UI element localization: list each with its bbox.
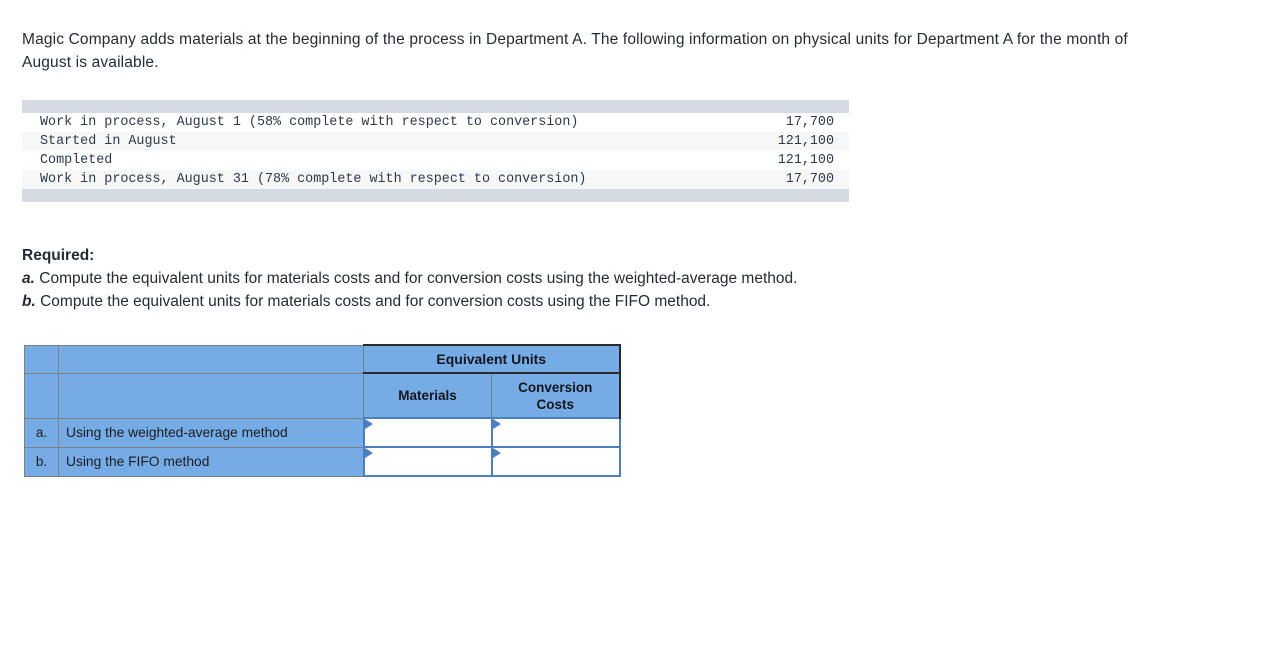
answer-row-b-description: Using the FIFO method [58,446,364,477]
required-item-a: a. Compute the equivalent units for mate… [22,267,1122,290]
dropdown-marker-icon [364,419,373,429]
dropdown-marker-icon [492,448,501,458]
required-item-b: b. Compute the equivalent units for mate… [22,290,1122,313]
input-materials-weighted-average[interactable] [362,417,493,448]
answer-header-row-sub: Materials Conversion Costs [24,372,621,419]
answer-header-row-group: Equivalent Units [24,344,621,374]
row-label: Completed [40,153,113,168]
dropdown-marker-icon [364,448,373,458]
required-item-a-text: Compute the equivalent units for materia… [39,270,798,287]
required-heading: Required: [22,247,95,264]
row-value: 121,100 [777,153,834,168]
table-row: Work in process, August 31 (78% complete… [22,170,849,189]
header-blank-desc [58,344,364,374]
answer-row-b-letter: b. [24,446,59,477]
answer-row-a-letter: a. [24,417,59,448]
header-conversion-line1: Conversion [518,379,593,395]
header-equivalent-units: Equivalent Units [363,344,621,374]
row-label: Work in process, August 1 (58% complete … [40,115,579,130]
table-top-band [22,100,849,113]
answer-row-b: b. Using the FIFO method [24,446,621,477]
header-blank-letter [24,344,59,374]
required-item-a-letter: a. [22,270,35,287]
input-materials-fifo[interactable] [362,446,493,477]
input-conversion-fifo[interactable] [490,446,621,477]
equivalent-units-answer-table: Equivalent Units Materials Conversion Co… [24,344,621,477]
answer-table-container: Equivalent Units Materials Conversion Co… [24,344,621,477]
problem-statement: Magic Company adds materials at the begi… [22,31,1128,71]
top-band-cell [22,100,849,113]
table-row: Completed 121,100 [22,151,849,170]
table-row: Started in August 121,100 [22,132,849,151]
dropdown-marker-icon [492,419,501,429]
required-item-b-text: Compute the equivalent units for materia… [40,293,711,310]
table-row: Work in process, August 1 (58% complete … [22,113,849,132]
header-conversion-line2: Costs [536,396,574,412]
physical-units-table: Work in process, August 1 (58% complete … [22,100,849,202]
header-blank-desc-2 [58,372,364,419]
required-item-b-letter: b. [22,293,36,310]
table-bottom-band [22,189,849,202]
row-label: Started in August [22,132,714,151]
row-value: 17,700 [785,115,834,130]
input-conversion-weighted-average[interactable] [490,417,621,448]
bottom-band-cell [22,189,849,202]
required-section: Required: a. Compute the equivalent unit… [22,244,1122,313]
row-value: 17,700 [714,170,849,189]
answer-row-a-description: Using the weighted-average method [58,417,364,448]
header-conversion-costs: Conversion Costs [491,372,621,419]
answer-row-a: a. Using the weighted-average method [24,417,621,448]
row-value: 121,100 [714,132,849,151]
header-materials: Materials [363,372,492,419]
header-blank-letter-2 [24,372,59,419]
row-label: Work in process, August 31 (78% complete… [22,170,714,189]
